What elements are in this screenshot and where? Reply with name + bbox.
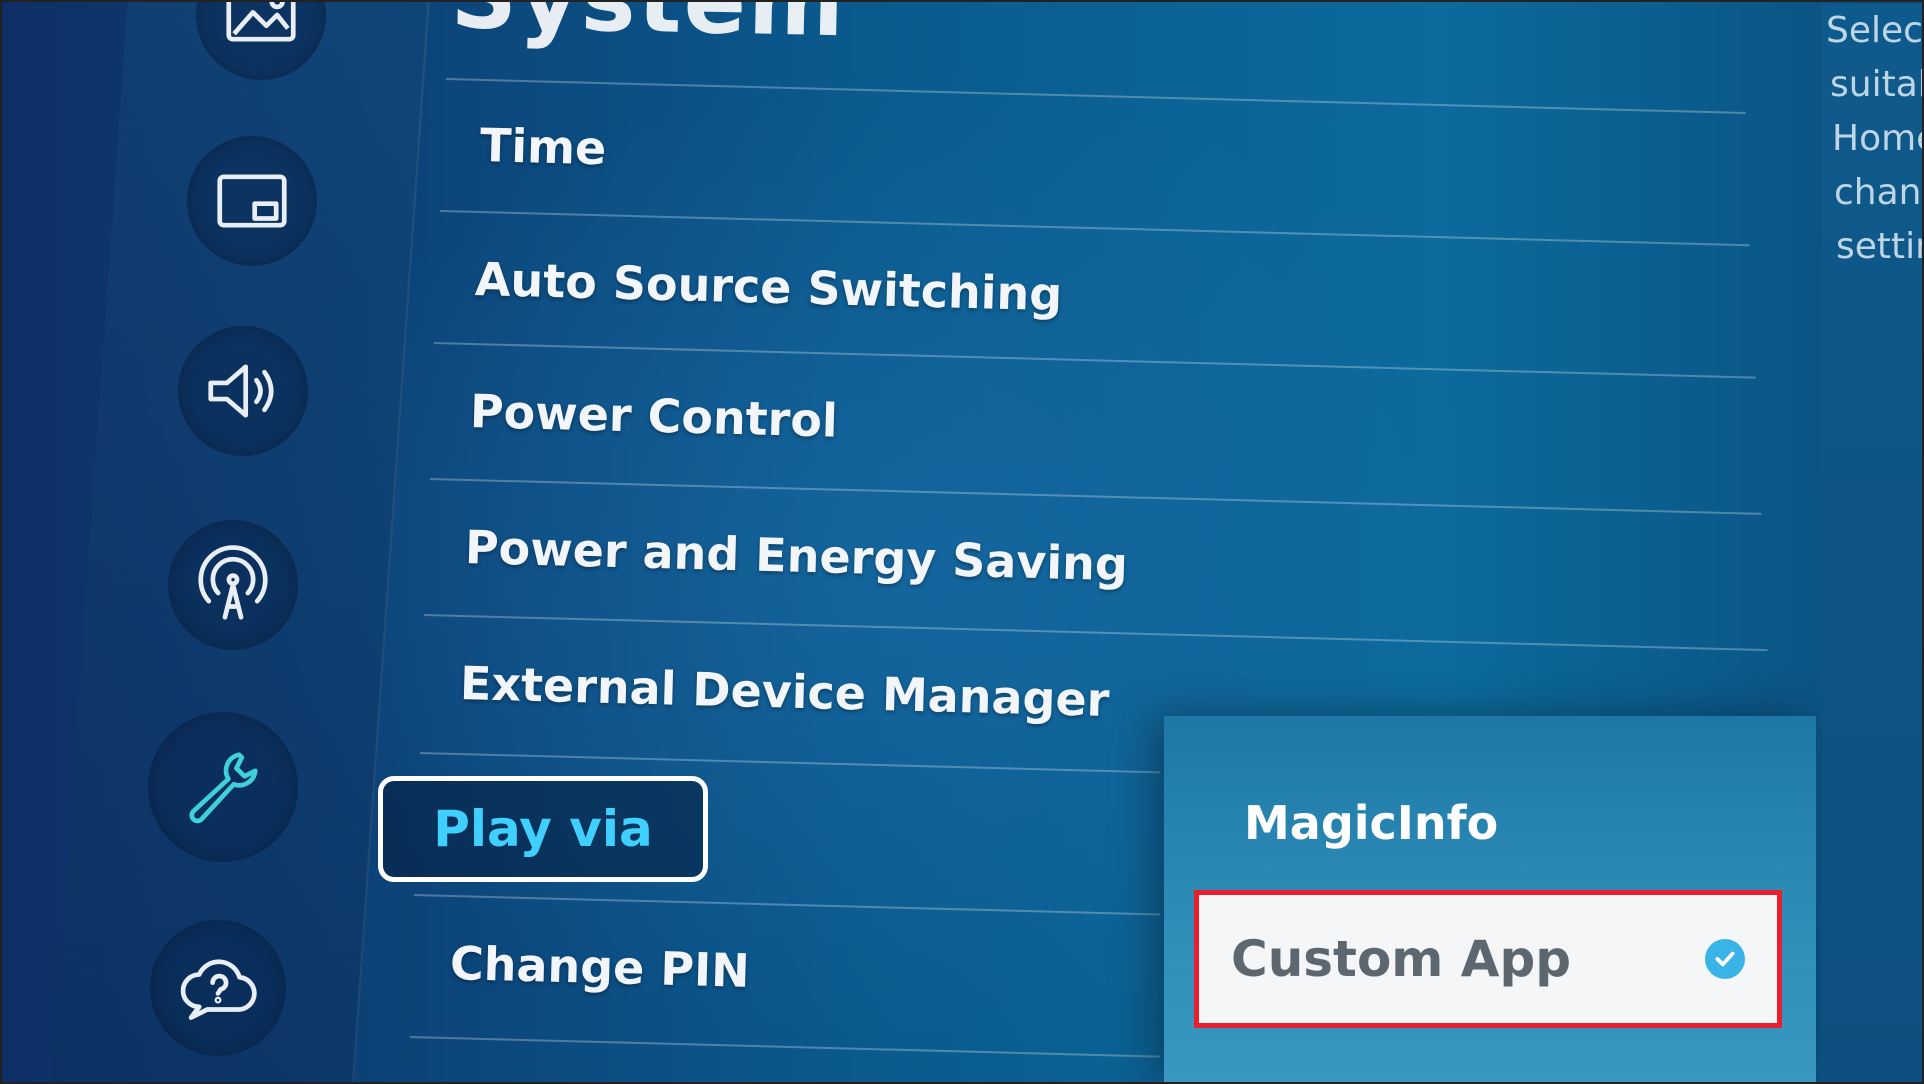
menu-item-power-control[interactable]: Power Control: [469, 384, 838, 448]
help-description-line: Home: [1832, 118, 1924, 159]
help-description: Select suitab Home chang settir: [1822, 4, 1924, 1084]
menu-item-play-via-label: Play via: [433, 800, 653, 858]
menu-divider: [419, 752, 1160, 774]
menu-item-external-device-manager[interactable]: External Device Manager: [459, 656, 1110, 727]
help-description-line: settir: [1836, 226, 1924, 267]
menu-item-auto-source-switching[interactable]: Auto Source Switching: [474, 252, 1063, 321]
menu-item-power-energy-saving[interactable]: Power and Energy Saving: [464, 520, 1128, 591]
menu-divider: [413, 894, 1160, 916]
menu-divider: [423, 614, 1768, 652]
help-description-line: chang: [1834, 172, 1924, 213]
menu-divider: [445, 78, 1746, 115]
menu-item-play-via[interactable]: Play via: [378, 776, 708, 882]
help-description-line: suitab: [1830, 64, 1924, 105]
menu-divider: [433, 342, 1756, 379]
play-via-dropdown: MagicInfo Custom App: [1164, 716, 1816, 1084]
tv-settings-screen: System Time Auto Source Switching Power …: [0, 0, 1924, 1084]
dropdown-option-magicinfo[interactable]: MagicInfo: [1244, 796, 1498, 850]
help-description-line: Select: [1826, 10, 1924, 51]
menu-divider: [429, 478, 1762, 515]
check-icon: [1705, 939, 1745, 979]
menu-item-time[interactable]: Time: [479, 118, 607, 175]
dropdown-option-custom-app-label: Custom App: [1231, 930, 1572, 988]
menu-divider: [409, 1036, 1160, 1058]
menu-divider: [439, 210, 1750, 247]
dropdown-option-custom-app[interactable]: Custom App: [1194, 890, 1782, 1028]
menu-item-change-pin[interactable]: Change PIN: [449, 936, 750, 998]
